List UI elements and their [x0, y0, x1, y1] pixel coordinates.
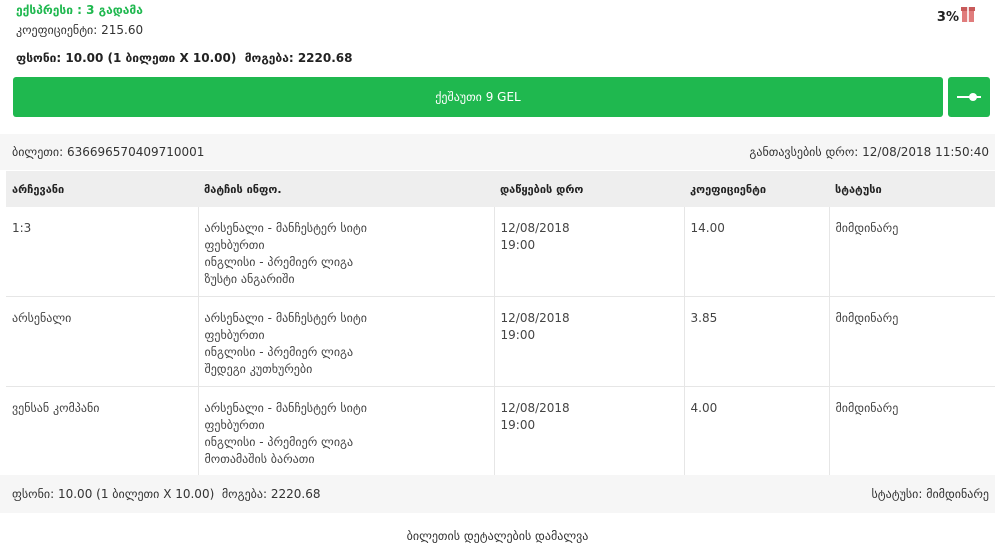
sport-name: ფეხბურთი [204, 238, 265, 252]
footer-status-value: მიმდინარე [926, 487, 989, 501]
coefficient-cell: 4.00 [684, 386, 830, 477]
total-coefficient: კოეფიციენტი: 215.60 [16, 23, 143, 37]
status-cell: მიმდინარე [829, 386, 995, 477]
start-time-cell: 12/08/2018 19:00 [494, 296, 685, 387]
start-hour: 19:00 [500, 328, 536, 342]
bet-ticket-page: ექსპრესი : 3 გადამა კოეფიციენტი: 215.60 … [0, 0, 995, 544]
coefficient-cell: 3.85 [684, 296, 830, 387]
table-header-row: არჩევანი მატჩის ინფო. დაწყების დრო კოეფი… [6, 171, 995, 207]
placement-time-label: განთავსების დრო: [749, 145, 859, 159]
match-info-cell: არსენალი - მანჩესტერ სიტი ფეხბურთი ინგლი… [198, 207, 495, 297]
footer-stake-value: 10.00 (1 ბილეთი X 10.00) [57, 487, 215, 501]
league-name: ინგლისი - პრემიერ ლიგა [204, 255, 354, 269]
header-selection: არჩევანი [6, 171, 198, 207]
market-name: ზუსტი ანგარიში [204, 272, 295, 286]
win-value: 2220.68 [297, 51, 353, 65]
table-row: 1:3 არსენალი - მანჩესტერ სიტი ფეხბურთი ი… [6, 207, 995, 297]
ticket-id-value: 636696570409710001 [66, 145, 205, 159]
start-date: 12/08/2018 [500, 221, 570, 235]
status-cell: მიმდინარე [829, 296, 995, 387]
bonus-percent: 3% [936, 9, 959, 25]
slider-toggle-icon [957, 93, 981, 101]
match-info-cell: არსენალი - მანჩესტერ სიტი ფეხბურთი ინგლი… [198, 386, 495, 477]
status-cell: მიმდინარე [829, 207, 995, 297]
header-coefficient: კოეფიციენტი [684, 171, 829, 207]
express-title: ექსპრესი : 3 გადამა [16, 3, 143, 17]
footer-stake-summary: ფსონი: 10.00 (1 ბილეთი X 10.00) მოგება: … [12, 487, 320, 501]
stake-label: ფსონი: [16, 51, 62, 65]
hide-ticket-details-link[interactable]: ბილეთის დეტალების დამალვა [0, 529, 995, 543]
league-name: ინგლისი - პრემიერ ლიგა [204, 435, 354, 449]
footer-stake-label: ფსონი: [12, 487, 55, 501]
match-info-cell: არსენალი - მანჩესტერ სიტი ფეხბურთი ინგლი… [198, 296, 495, 387]
ticket-summary: ექსპრესი : 3 გადამა კოეფიციენტი: 215.60 … [0, 0, 995, 70]
bets-table: არჩევანი მატჩის ინფო. დაწყების დრო კოეფი… [6, 171, 995, 477]
ticket-info-bar: ბილეთი: 636696570409710001 განთავსების დ… [0, 134, 995, 170]
ticket-id: ბილეთი: 636696570409710001 [12, 145, 204, 159]
ticket-id-label: ბილეთი: [12, 145, 64, 159]
placement-time: განთავსების დრო: 12/08/2018 11:50:40 [749, 145, 989, 159]
coefficient-value: 215.60 [101, 23, 144, 37]
selection-cell: არსენალი [6, 296, 199, 387]
footer-status-label: სტატუსი: [871, 487, 923, 501]
header-start-time: დაწყების დრო [494, 171, 684, 207]
footer-win-value: 2220.68 [270, 487, 321, 501]
coefficient-cell: 14.00 [684, 207, 830, 297]
placement-time-value: 12/08/2018 11:50:40 [862, 145, 989, 159]
match-name: არსენალი - მანჩესტერ სიტი [204, 221, 367, 235]
market-name: მოთამაშის ბარათი [204, 452, 315, 466]
header-match-info: მატჩის ინფო. [198, 171, 494, 207]
selection-cell: ვენსან კომპანი [6, 386, 199, 477]
start-hour: 19:00 [500, 418, 536, 432]
header-status: სტატუსი [829, 171, 995, 207]
gift-icon [961, 4, 975, 22]
match-name: არსენალი - მანჩესტერ სიტი [204, 311, 367, 325]
sport-name: ფეხბურთი [204, 328, 265, 342]
start-time-cell: 12/08/2018 19:00 [494, 386, 685, 477]
bonus-indicator[interactable]: 3% [936, 2, 975, 25]
start-hour: 19:00 [500, 238, 536, 252]
market-name: შედეგი კუთხურები [204, 362, 313, 376]
partial-cashout-toggle-button[interactable] [948, 77, 990, 117]
stake-summary: ფსონი: 10.00 (1 ბილეთი X 10.00) მოგება: … [16, 51, 352, 65]
cashout-button[interactable]: ქეშაუთი 9 GEL [13, 77, 943, 117]
table-row: არსენალი არსენალი - მანჩესტერ სიტი ფეხბუ… [6, 296, 995, 387]
win-label: მოგება: [244, 51, 294, 65]
table-row: ვენსან კომპანი არსენალი - მანჩესტერ სიტი… [6, 386, 995, 477]
footer-win-label: მოგება: [221, 487, 268, 501]
league-name: ინგლისი - პრემიერ ლიგა [204, 345, 354, 359]
selection-cell: 1:3 [6, 207, 199, 297]
start-time-cell: 12/08/2018 19:00 [494, 207, 685, 297]
start-date: 12/08/2018 [500, 311, 570, 325]
coefficient-label: კოეფიციენტი: [16, 23, 98, 37]
footer-status: სტატუსი: მიმდინარე [872, 487, 989, 501]
ticket-footer: ფსონი: 10.00 (1 ბილეთი X 10.00) მოგება: … [0, 475, 995, 513]
sport-name: ფეხბურთი [204, 418, 265, 432]
match-name: არსენალი - მანჩესტერ სიტი [204, 401, 367, 415]
start-date: 12/08/2018 [500, 401, 570, 415]
stake-value: 10.00 (1 ბილეთი X 10.00) [65, 51, 237, 65]
